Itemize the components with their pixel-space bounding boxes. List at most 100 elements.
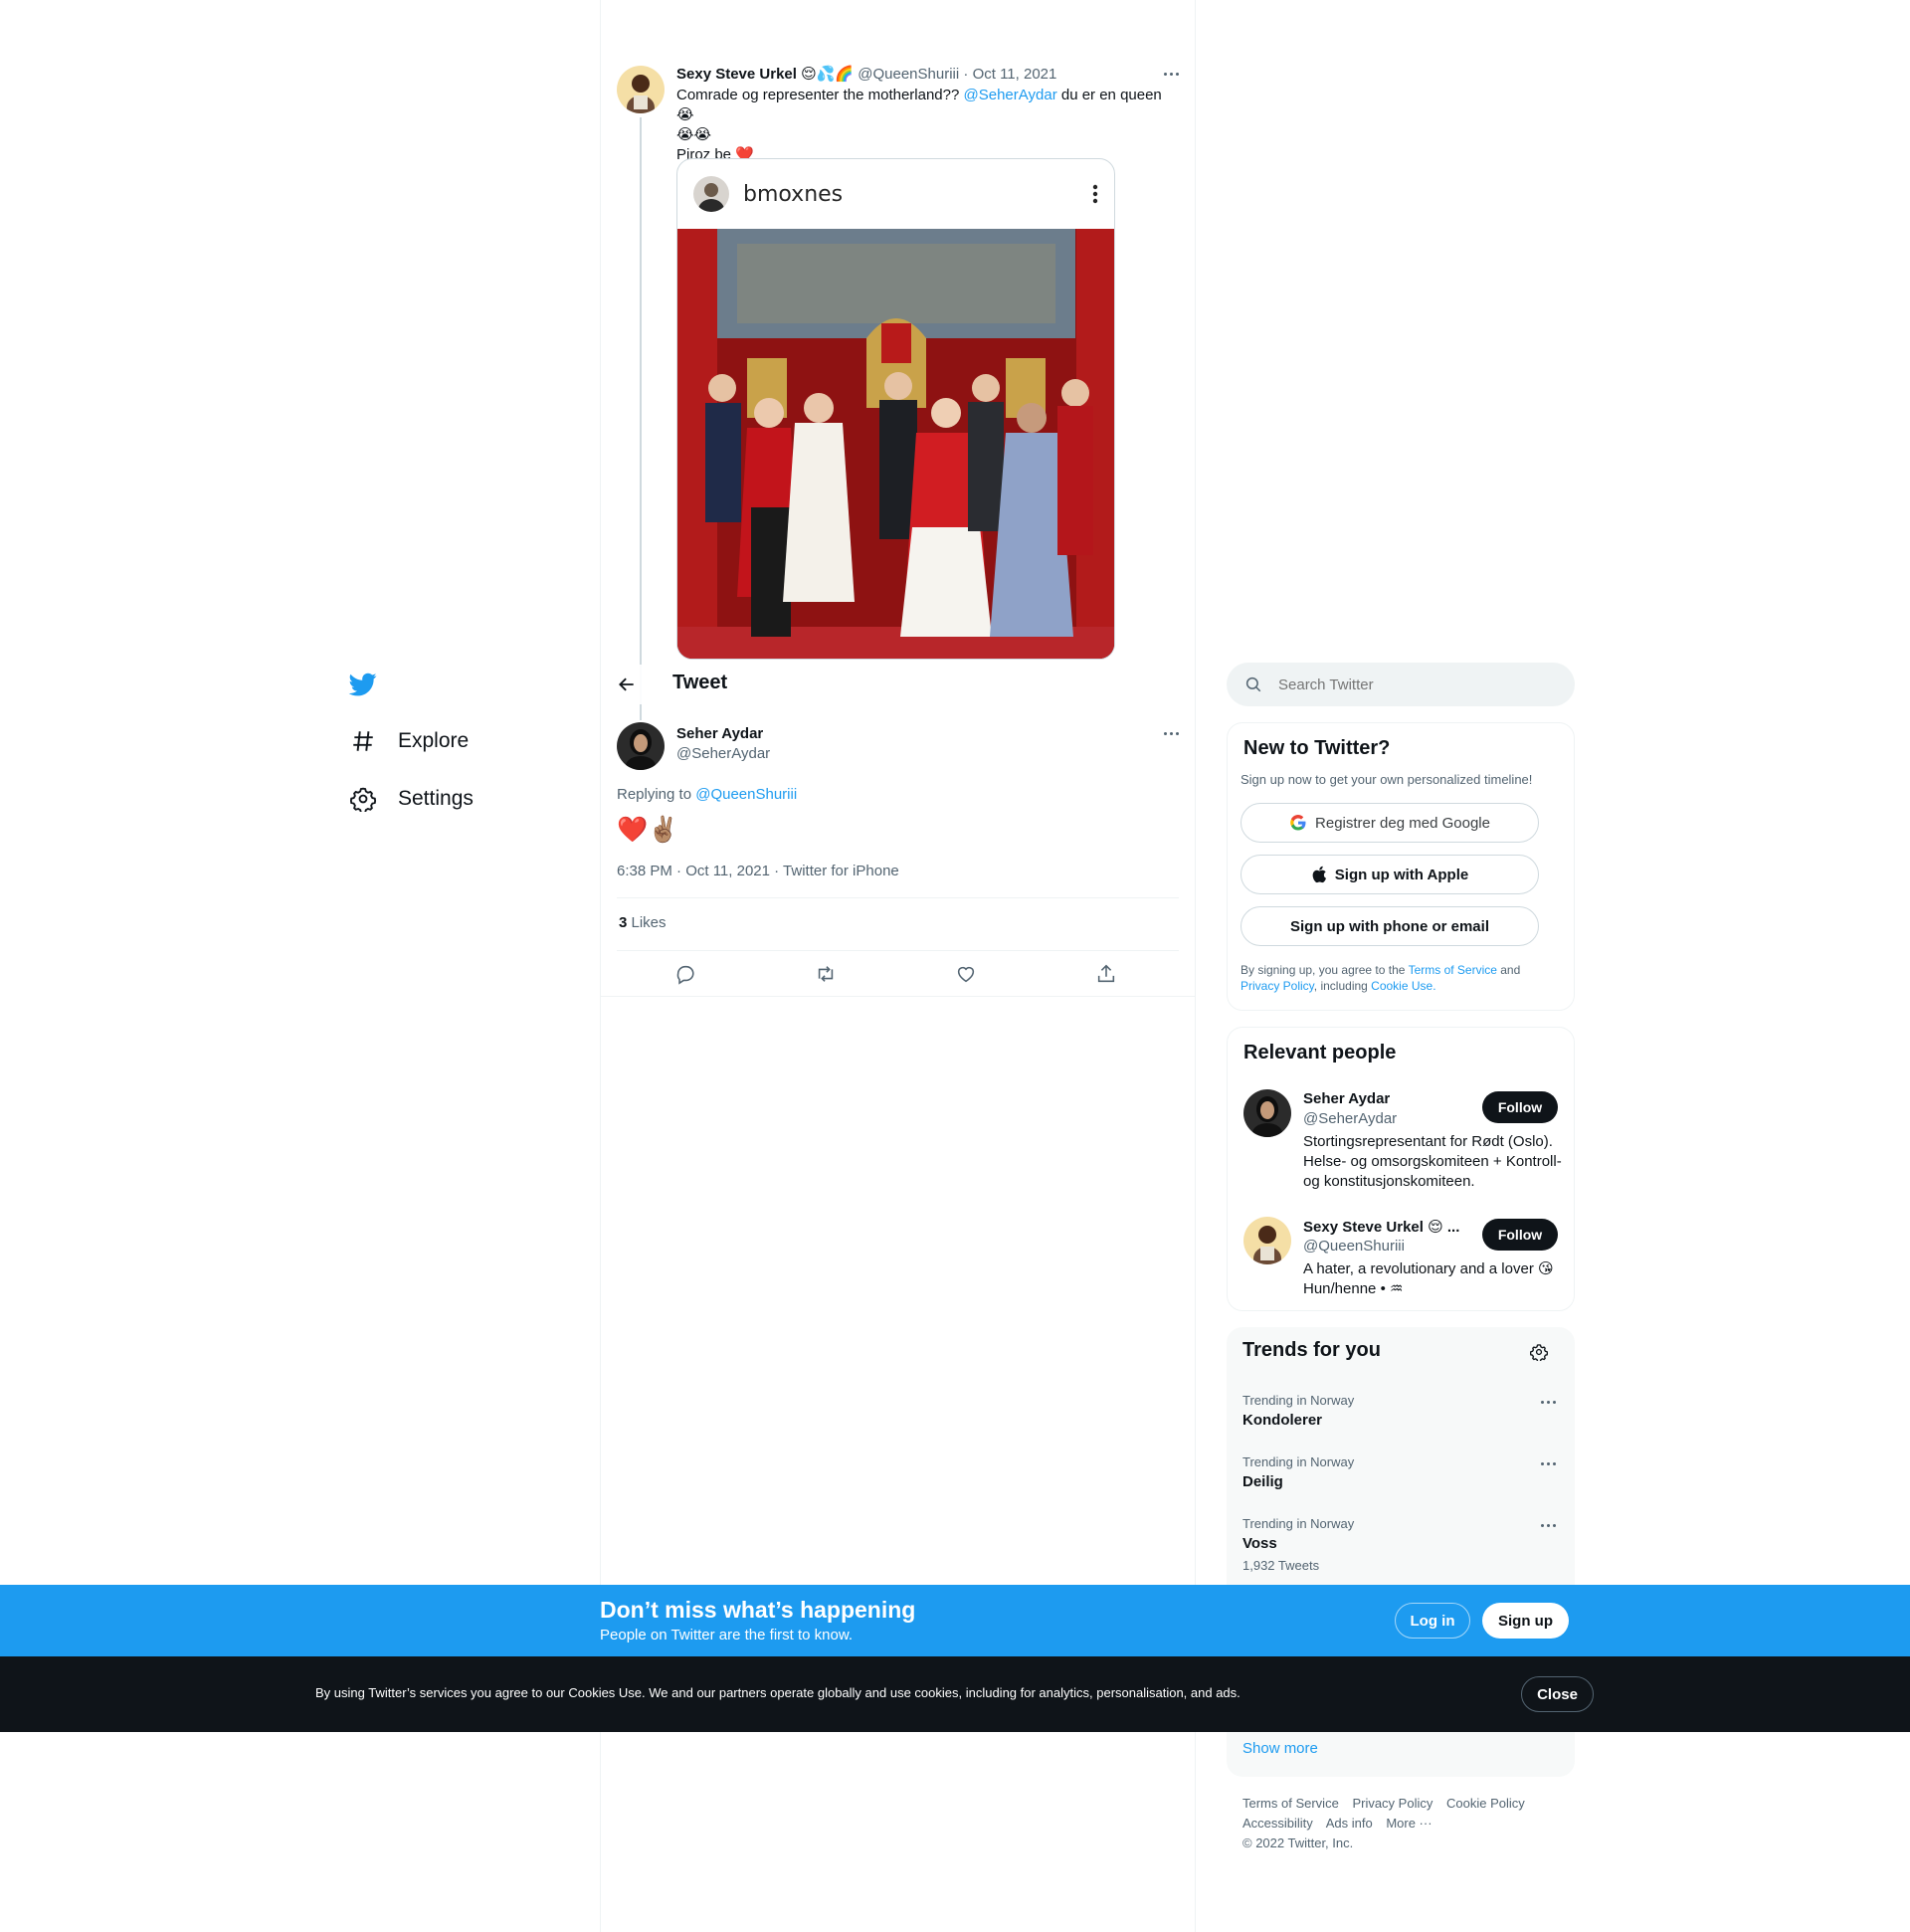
divider <box>617 897 1179 898</box>
footer-link[interactable]: Privacy Policy <box>1352 1796 1432 1811</box>
panel-subtitle: Sign up now to get your own personalized… <box>1241 772 1533 787</box>
search-input[interactable] <box>1278 676 1537 693</box>
nav-settings[interactable]: Settings <box>350 786 474 812</box>
share-icon[interactable] <box>1095 963 1117 985</box>
person-name[interactable]: Sexy Steve Urkel 😌 ... <box>1303 1218 1459 1236</box>
footer-link[interactable]: Ads info <box>1326 1816 1373 1831</box>
likes-stat[interactable]: 3 Likes <box>619 914 667 931</box>
footer-row: Accessibility Ads info More ··· <box>1242 1814 1561 1834</box>
mention-link[interactable]: @SeherAydar <box>964 87 1057 103</box>
privacy-link[interactable]: Privacy Policy <box>1241 979 1314 993</box>
tweet-meta[interactable]: 6:38 PM · Oct 11, 2021 · Twitter for iPh… <box>617 863 899 879</box>
footer-link[interactable]: Cookie Policy <box>1446 1796 1525 1811</box>
more-icon[interactable] <box>1541 1524 1556 1527</box>
person-name[interactable]: Seher Aydar <box>1303 1090 1390 1107</box>
footer-more-link[interactable]: More ··· <box>1386 1816 1432 1831</box>
more-icon[interactable] <box>1164 73 1179 76</box>
cookie-text: By using Twitter’s services you agree to… <box>315 1685 1241 1700</box>
trend-name: Voss <box>1242 1535 1277 1552</box>
banner-subtitle: People on Twitter are the first to know. <box>600 1627 854 1643</box>
person-item[interactable]: Seher Aydar @SeherAydar Follow Stortings… <box>1228 1085 1574 1203</box>
nav-explore-label: Explore <box>398 729 470 752</box>
author-handle[interactable]: @SeherAydar <box>676 745 770 762</box>
follow-button[interactable]: Follow <box>1482 1219 1558 1251</box>
footer-link[interactable]: Accessibility <box>1242 1816 1313 1831</box>
card-username[interactable]: bmoxnes <box>743 182 1078 207</box>
more-icon[interactable] <box>1541 1462 1556 1465</box>
google-icon <box>1290 815 1306 831</box>
person-bio: A hater, a revolutionary and a lover 😘 H… <box>1303 1260 1554 1297</box>
gear-icon[interactable] <box>1530 1343 1548 1361</box>
phone-signup-label: Sign up with phone or email <box>1289 917 1489 935</box>
trend-item[interactable]: Trending in Norway Kondolerer <box>1227 1387 1575 1447</box>
more-icon[interactable] <box>1541 1401 1556 1404</box>
sidebar-footer: Terms of Service Privacy Policy Cookie P… <box>1242 1794 1561 1853</box>
footer-link[interactable]: Terms of Service <box>1242 1796 1339 1811</box>
author-name[interactable]: Sexy Steve Urkel <box>676 66 797 83</box>
nav-settings-label: Settings <box>398 787 474 810</box>
close-button[interactable]: Close <box>1521 1676 1594 1712</box>
cookie-link[interactable]: Cookie Use. <box>1371 979 1435 993</box>
terms-link[interactable]: Terms of Service <box>1409 963 1497 977</box>
arrow-left-icon[interactable] <box>617 675 637 694</box>
like-icon[interactable] <box>955 963 977 985</box>
trend-item[interactable]: Trending in Norway Deilig <box>1227 1449 1575 1508</box>
person-handle[interactable]: @QueenShuriii <box>1303 1238 1405 1255</box>
avatar[interactable] <box>1243 1089 1291 1137</box>
nav-explore[interactable]: Explore <box>350 728 469 754</box>
phone-signup-button[interactable]: Sign up with phone or email <box>1241 906 1539 946</box>
panel-title: New to Twitter? <box>1243 737 1391 759</box>
twitter-bird-icon <box>348 673 377 696</box>
google-signup-button[interactable]: Registrer deg med Google <box>1241 803 1539 843</box>
search-bar[interactable] <box>1227 663 1575 706</box>
person-handle[interactable]: @SeherAydar <box>1303 1110 1397 1127</box>
apple-icon <box>1312 866 1326 883</box>
login-button[interactable]: Log in <box>1395 1603 1470 1639</box>
vertical-dots-icon[interactable] <box>1092 184 1098 204</box>
action-bar <box>617 951 1179 997</box>
relevant-people-panel: Relevant people Seher Aydar @SeherAydar … <box>1227 1027 1575 1311</box>
tweet-date[interactable]: Oct 11, 2021 <box>973 66 1057 83</box>
tweet-text: ❤️✌🏽 <box>617 816 679 844</box>
signup-button[interactable]: Sign up <box>1482 1603 1569 1639</box>
tweet-media-card[interactable]: bmoxnes <box>676 158 1115 660</box>
replying-to-link[interactable]: @QueenShuriii <box>695 786 797 803</box>
thread-line <box>640 117 642 720</box>
reply-icon[interactable] <box>674 963 696 985</box>
panel-title: Relevant people <box>1243 1042 1397 1063</box>
main-tweet: Seher Aydar @SeherAydar Replying to @Que… <box>601 708 1195 997</box>
new-to-twitter-panel: New to Twitter? Sign up now to get your … <box>1227 722 1575 1011</box>
trend-name: Kondolerer <box>1242 1412 1323 1429</box>
tweet-text-line: 😭😭 <box>676 126 712 143</box>
search-icon <box>1245 676 1261 692</box>
card-header: bmoxnes <box>677 159 1114 229</box>
author-handle[interactable]: @QueenShuriii <box>858 66 959 83</box>
author-name[interactable]: Seher Aydar <box>676 725 763 742</box>
more-icon[interactable] <box>1164 732 1179 735</box>
trend-category: Trending in Norway <box>1242 1454 1355 1469</box>
card-avatar[interactable] <box>693 176 729 212</box>
person-bio: Stortingsrepresentant for Rødt (Oslo). H… <box>1303 1133 1562 1190</box>
hashtag-icon <box>353 731 373 751</box>
twitter-logo[interactable] <box>348 671 380 700</box>
avatar[interactable] <box>617 66 665 113</box>
avatar[interactable] <box>1243 1217 1291 1264</box>
tweet-text-part: Comrade og representer the motherland?? <box>676 87 964 103</box>
trend-count: 1,932 Tweets <box>1242 1558 1320 1573</box>
person-item[interactable]: Sexy Steve Urkel 😌 ... @QueenShuriii Fol… <box>1228 1213 1574 1302</box>
separator: · <box>963 66 969 83</box>
signup-banner: Don’t miss what’s happening People on Tw… <box>0 1585 1910 1656</box>
group-photo[interactable] <box>677 229 1114 659</box>
footer-row: Terms of Service Privacy Policy Cookie P… <box>1242 1794 1561 1814</box>
google-signup-label: Registrer deg med Google <box>1315 814 1490 832</box>
trend-item[interactable]: Trending in Norway Voss 1,932 Tweets <box>1227 1510 1575 1580</box>
avatar[interactable] <box>617 722 665 770</box>
panel-title: Trends for you <box>1242 1339 1381 1361</box>
apple-signup-button[interactable]: Sign up with Apple <box>1241 855 1539 894</box>
show-more-link[interactable]: Show more <box>1242 1740 1318 1757</box>
retweet-icon[interactable] <box>815 963 837 985</box>
follow-button[interactable]: Follow <box>1482 1091 1558 1123</box>
legal-text: By signing up, you agree to the Terms of… <box>1241 962 1559 994</box>
replying-to: Replying to @QueenShuriii <box>617 786 797 803</box>
likes-label: Likes <box>627 914 667 931</box>
